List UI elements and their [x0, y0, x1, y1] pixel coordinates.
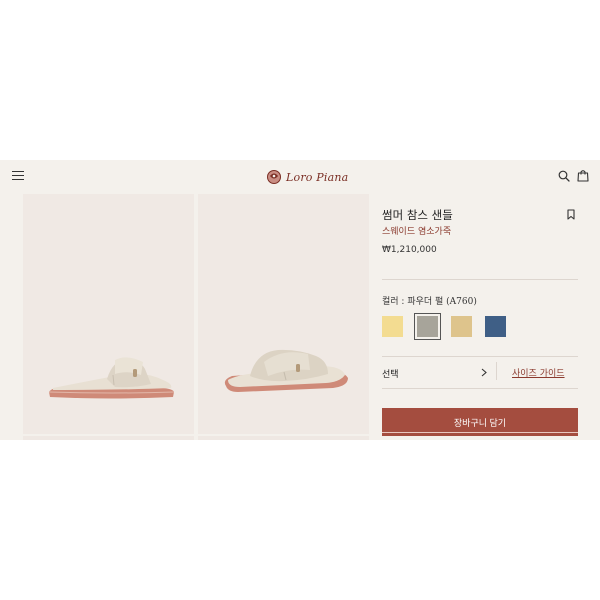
- chevron-right-icon[interactable]: [481, 368, 487, 377]
- hamburger-menu-icon[interactable]: [12, 170, 24, 181]
- site-header: Loro Piana: [0, 160, 600, 192]
- divider: [382, 356, 578, 357]
- color-swatch-grey[interactable]: [414, 313, 441, 340]
- brand-emblem-icon: [267, 170, 281, 184]
- sandal-angle-image: [224, 349, 348, 392]
- product-image-row-2: [23, 436, 194, 440]
- product-price: ₩1,210,000: [382, 245, 437, 255]
- product-image-side[interactable]: [23, 194, 194, 434]
- color-label: 컬러 : 파우더 펄 (A760): [382, 294, 477, 307]
- add-to-cart-button[interactable]: 장바구니 담기: [382, 408, 578, 436]
- product-page: Loro Piana 썸머 참스 샌들 스웨이드 염소가죽 ₩1,210,000…: [0, 160, 600, 440]
- color-swatch-blue[interactable]: [485, 316, 506, 337]
- product-image-angle[interactable]: [198, 194, 369, 434]
- shopping-bag-icon[interactable]: [577, 169, 589, 182]
- divider: [496, 362, 497, 380]
- divider: [382, 388, 578, 389]
- color-label-prefix: 컬러 :: [382, 297, 408, 307]
- brand-logo[interactable]: Loro Piana: [266, 167, 348, 187]
- size-select[interactable]: 선택: [382, 367, 399, 380]
- product-material: 스웨이드 염소가죽: [382, 227, 452, 237]
- product-image-row-2b: [198, 436, 369, 440]
- search-icon[interactable]: [558, 170, 570, 182]
- sandal-side-image: [48, 357, 175, 399]
- color-name: 파우더 펄 (A760): [407, 297, 477, 307]
- add-to-cart-label: 장바구니 담기: [453, 417, 507, 428]
- bookmark-icon[interactable]: [567, 209, 575, 220]
- color-swatch-sand[interactable]: [451, 316, 472, 337]
- brand-name: Loro Piana: [286, 170, 349, 184]
- product-title: 썸머 참스 샌들: [382, 208, 453, 222]
- divider: [382, 279, 578, 280]
- size-guide-link[interactable]: 사이즈 가이드: [512, 366, 565, 379]
- color-swatch-yellow[interactable]: [382, 316, 403, 337]
